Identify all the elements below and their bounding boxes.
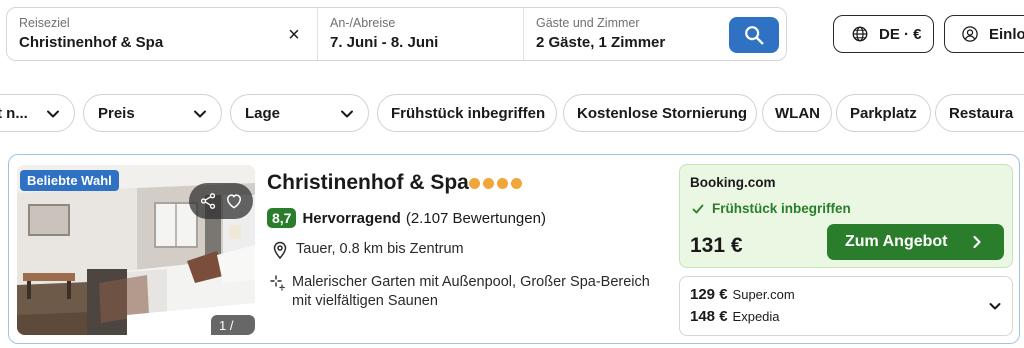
view-deal-label: Zum Angebot <box>845 233 948 250</box>
rating-row[interactable]: 8,7 Hervorragend (2.107 Bewertungen) <box>267 208 546 228</box>
language-currency-button[interactable]: DE · € <box>833 15 934 53</box>
other-offer-price: 129 € <box>690 286 728 303</box>
review-count: (2.107 Bewertungen) <box>405 209 546 227</box>
photo-actions <box>189 183 253 219</box>
best-offer-panel[interactable]: Booking.com Frühstück inbegriffen 131 € … <box>679 164 1013 268</box>
filter-sort-chip[interactable]: t n... <box>0 94 75 132</box>
filter-parking-chip[interactable]: Parkplatz <box>836 94 931 132</box>
filter-wifi-chip[interactable]: WLAN <box>762 94 832 132</box>
dates-value[interactable]: 7. Juni - 8. Juni <box>330 34 511 51</box>
filter-chip-label: Parkplatz <box>850 104 917 122</box>
chevron-right-icon <box>973 235 981 249</box>
offer-feature: Frühstück inbegriffen <box>692 201 851 216</box>
filter-restaurant-chip[interactable]: Restaura <box>935 94 1024 132</box>
filter-chip-label: WLAN <box>775 104 820 122</box>
user-icon <box>962 26 978 42</box>
hotel-card[interactable]: Beliebte Wahl 1 / 57 Christinenhof & Spa… <box>8 154 1020 344</box>
view-deal-button[interactable]: Zum Angebot <box>827 224 1004 260</box>
destination-value[interactable]: Christinenhof & Spa <box>19 34 305 51</box>
heart-icon[interactable] <box>224 191 244 211</box>
dates-label: An-/Abreise <box>330 16 396 30</box>
location-text: Tauer, 0.8 km bis Zentrum <box>296 241 464 257</box>
other-offer-row: 148 € Expedia <box>690 308 780 325</box>
filter-free-cancellation-chip[interactable]: Kostenlose Stornierung <box>563 94 757 132</box>
destination-field[interactable]: Reiseziel Christinenhof & Spa × <box>7 8 317 60</box>
other-offer-provider: Expedia <box>732 309 780 324</box>
search-bar: Reiseziel Christinenhof & Spa × An-/Abre… <box>6 7 787 61</box>
hotel-stars <box>469 178 522 189</box>
hotel-photo[interactable]: Beliebte Wahl 1 / 57 <box>17 165 255 335</box>
filter-chip-label: t n... <box>0 104 28 122</box>
offer-price: 131 € <box>690 234 743 257</box>
guests-field[interactable]: Gäste und Zimmer 2 Gäste, 1 Zimmer <box>523 8 724 60</box>
location-row: Tauer, 0.8 km bis Zentrum <box>270 241 464 259</box>
hotel-name[interactable]: Christinenhof & Spa <box>267 171 469 195</box>
search-button[interactable] <box>729 17 779 53</box>
offer-feature-label: Frühstück inbegriffen <box>712 201 851 216</box>
rating-text: Hervorragend <box>302 209 401 227</box>
star-icon <box>511 178 522 189</box>
features-row: Malerischer Garten mit Außenpool, Großer… <box>270 273 670 311</box>
chevron-down-icon <box>341 110 353 118</box>
dates-field[interactable]: An-/Abreise 7. Juni - 8. Juni <box>317 8 523 60</box>
checkmark-icon <box>692 204 704 213</box>
photo-counter: 1 / 57 <box>211 315 255 335</box>
chevron-down-icon <box>989 303 1001 310</box>
popular-choice-badge: Beliebte Wahl <box>20 170 119 191</box>
offer-provider: Booking.com <box>690 175 776 190</box>
search-icon <box>745 26 764 45</box>
login-button[interactable]: Einlo <box>944 15 1024 53</box>
features-text: Malerischer Garten mit Außenpool, Großer… <box>292 274 650 309</box>
guests-value[interactable]: 2 Gäste, 1 Zimmer <box>536 34 712 51</box>
filter-chip-label: Kostenlose Stornierung <box>577 104 748 122</box>
filter-chip-label: Frühstück inbegriffen <box>391 104 546 122</box>
filter-chip-label: Restaura <box>949 104 1014 122</box>
star-icon <box>483 178 494 189</box>
login-label: Einlo <box>989 25 1024 43</box>
filter-price-chip[interactable]: Preis <box>83 94 222 132</box>
rating-score: 8,7 <box>267 208 297 228</box>
other-offers-dropdown[interactable]: 129 € Super.com 148 € Expedia <box>679 276 1013 336</box>
filter-chip-label: Preis <box>98 104 135 122</box>
filter-location-chip[interactable]: Lage <box>230 94 369 132</box>
other-offer-row: 129 € Super.com <box>690 286 795 303</box>
language-currency-label: DE · € <box>879 25 922 43</box>
filter-breakfast-chip[interactable]: Frühstück inbegriffen <box>377 94 557 132</box>
share-icon[interactable] <box>199 192 217 210</box>
filter-chip-label: Lage <box>245 104 281 122</box>
other-offer-price: 148 € <box>690 308 728 325</box>
clear-destination-icon[interactable]: × <box>285 25 303 45</box>
chevron-down-icon <box>47 110 59 118</box>
globe-icon <box>852 26 868 42</box>
star-icon <box>469 178 480 189</box>
sparkle-icon <box>270 273 286 291</box>
location-pin-icon <box>270 241 290 259</box>
other-offer-provider: Super.com <box>732 287 795 302</box>
guests-label: Gäste und Zimmer <box>536 16 640 30</box>
destination-label: Reiseziel <box>19 16 70 30</box>
star-icon <box>497 178 508 189</box>
chevron-down-icon <box>194 110 206 118</box>
